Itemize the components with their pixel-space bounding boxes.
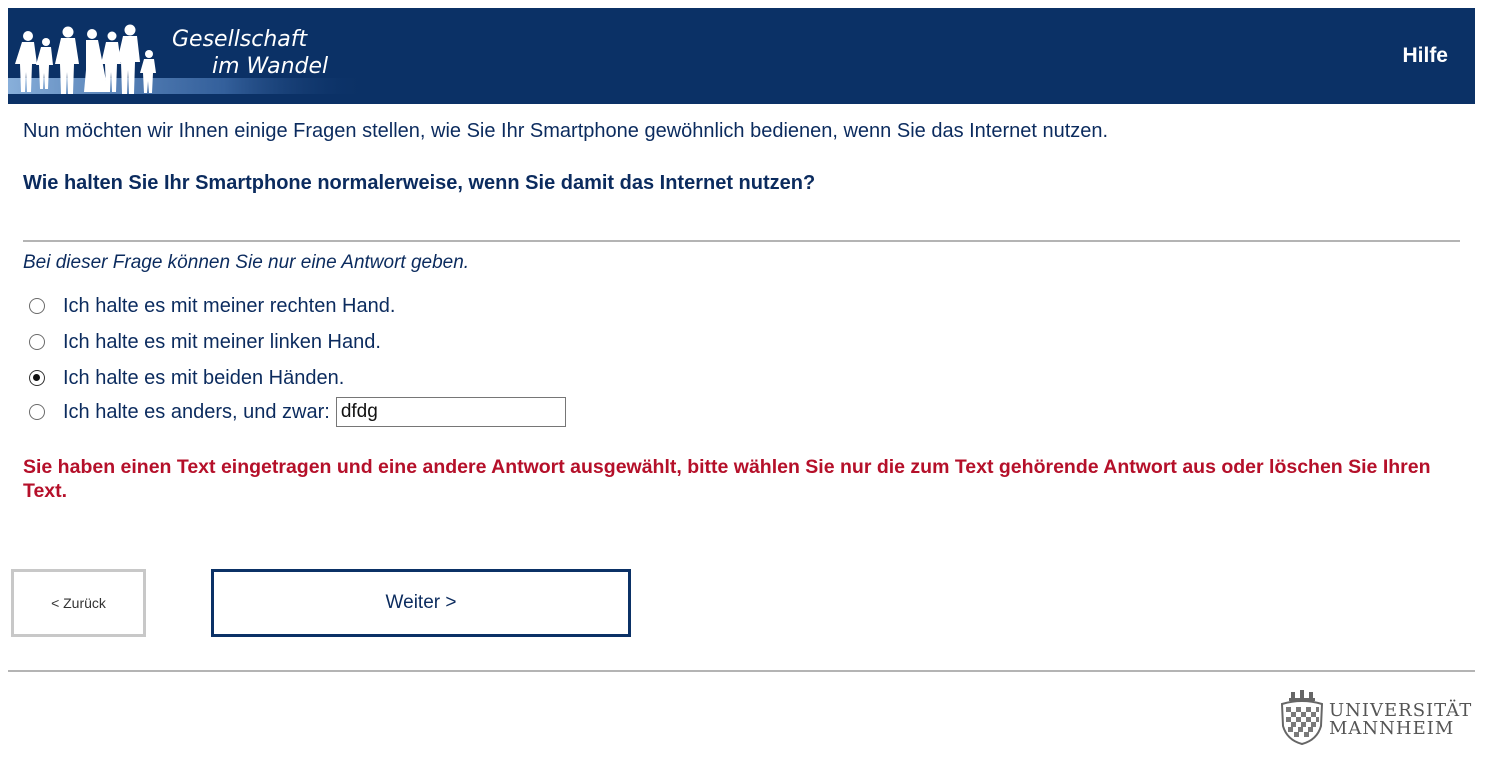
validation-error-message: Sie haben einen Text eingetragen und ein…: [23, 456, 1431, 502]
header-banner: Gesellschaft im Wandel Hilfe: [8, 8, 1475, 104]
radio-button-checked[interactable]: [29, 370, 45, 386]
intro-text: Nun möchten wir Ihnen einige Fragen stel…: [23, 120, 1109, 142]
answer-option-label: Ich halte es mit meiner linken Hand.: [63, 330, 381, 353]
answer-option-label: Ich halte es mit meiner rechten Hand.: [63, 294, 396, 317]
logo-line-1: Gesellschaft: [172, 27, 308, 52]
logo-line-2: im Wandel: [212, 54, 329, 79]
question-divider: [23, 240, 1460, 242]
answer-option-label: Ich halte es mit beiden Händen.: [63, 366, 345, 389]
instruction-text: Bei dieser Frage können Sie nur eine Ant…: [23, 252, 470, 273]
radio-button[interactable]: [29, 404, 45, 420]
help-link[interactable]: Hilfe: [1402, 44, 1448, 68]
answer-option-label: Ich halte es anders, und zwar:: [63, 400, 330, 423]
answer-option-both-hands[interactable]: Ich halte es mit beiden Händen.: [29, 364, 344, 392]
university-logo: UNIVERSITÄT MANNHEIM: [1277, 690, 1477, 746]
university-name-line-2: MANNHEIM: [1329, 718, 1455, 739]
next-button[interactable]: Weiter >: [211, 569, 631, 637]
university-name: UNIVERSITÄT MANNHEIM: [1329, 702, 1472, 738]
coat-of-arms-icon: [1280, 690, 1324, 746]
answer-option-right-hand[interactable]: Ich halte es mit meiner rechten Hand.: [29, 292, 395, 320]
back-button[interactable]: < Zurück: [11, 569, 146, 637]
question-text: Wie halten Sie Ihr Smartphone normalerwe…: [23, 172, 816, 194]
answer-option-other[interactable]: Ich halte es anders, und zwar:: [29, 397, 566, 427]
radio-button[interactable]: [29, 298, 45, 314]
footer-divider: [8, 670, 1475, 672]
answer-option-left-hand[interactable]: Ich halte es mit meiner linken Hand.: [29, 328, 381, 356]
logo-wordmark: Gesellschaft im Wandel: [172, 26, 328, 80]
other-text-input[interactable]: [335, 397, 566, 427]
radio-button[interactable]: [29, 334, 45, 350]
